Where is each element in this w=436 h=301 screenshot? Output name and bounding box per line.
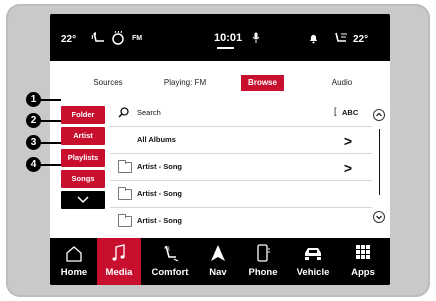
scrollbar[interactable] (378, 129, 380, 195)
tab-audio[interactable]: Audio (322, 75, 362, 91)
chevron-right-icon: > (343, 133, 352, 149)
microphone-icon[interactable] (252, 32, 260, 44)
search-row[interactable]: Search [ ABC (110, 101, 372, 127)
clock: 10:01 (214, 32, 243, 44)
folder-icon (118, 187, 132, 200)
scroll-down-button[interactable] (373, 211, 385, 223)
media-tabs: Sources Playing: FM Browse Audio (50, 61, 390, 101)
music-note-icon (112, 244, 125, 261)
abc-bracket-icon: [ (334, 106, 337, 116)
status-bar: 22° FM 10:01 22° (50, 14, 390, 61)
folder-icon (118, 160, 132, 173)
tab-playing[interactable]: Playing: FM (155, 75, 215, 91)
tab-browse[interactable]: Browse (241, 75, 284, 91)
callout-4: 4 (26, 157, 41, 172)
apps-grid-icon (356, 245, 370, 259)
sidebar-item-artist[interactable]: Artist (61, 127, 105, 145)
list-item-label: Artist - Song (137, 216, 182, 225)
nav-apps[interactable]: Apps (340, 238, 386, 285)
nav-vehicle-label: Vehicle (296, 267, 330, 278)
home-icon (66, 246, 82, 262)
nav-nav[interactable]: Nav (200, 238, 236, 285)
chevron-down-icon (376, 215, 382, 220)
list-item[interactable]: All Albums > (110, 128, 372, 154)
chevron-up-icon (376, 112, 382, 117)
outside-temperature: 22° (61, 34, 77, 45)
callout-line-4 (40, 164, 61, 166)
nav-phone[interactable]: Phone (240, 238, 286, 285)
nav-phone-label: Phone (248, 267, 278, 278)
chevron-right-icon: > (343, 160, 352, 176)
navigation-arrow-icon (211, 245, 225, 261)
search-label: Search (137, 108, 161, 117)
notification-bell-icon[interactable] (309, 33, 318, 44)
chevron-down-icon (77, 196, 89, 204)
bottom-nav: Home Media *3 Comfort Nav Phone Vehicle … (50, 238, 390, 285)
list-item-label: Artist - Song (137, 162, 182, 171)
tab-sources[interactable]: Sources (86, 75, 130, 91)
list-item[interactable]: Artist - Song (110, 209, 372, 235)
climate-seat-icon[interactable] (333, 31, 349, 45)
nav-comfort-label: Comfort (151, 267, 189, 278)
list-item[interactable]: Artist - Song (110, 182, 372, 208)
browse-panel: Folder Artist Playlists Songs Search [ A… (50, 101, 390, 238)
list-item-label: All Albums (137, 135, 176, 144)
phone-icon (257, 244, 270, 262)
scroll-up-button[interactable] (373, 109, 385, 121)
car-icon (305, 248, 321, 260)
callout-3: 3 (26, 135, 41, 150)
nav-home[interactable]: Home (54, 238, 94, 285)
search-icon (118, 107, 129, 118)
nav-home-label: Home (60, 267, 88, 278)
callout-line-2 (40, 120, 61, 122)
heated-seat-icon[interactable] (90, 31, 108, 45)
nav-media[interactable]: Media (97, 238, 141, 285)
clock-underline (217, 47, 234, 49)
callout-1: 1 (26, 92, 41, 107)
abc-jump-button[interactable]: ABC (342, 108, 358, 117)
list-item[interactable]: Artist - Song > (110, 155, 372, 181)
folder-icon (118, 214, 132, 227)
cabin-temperature: 22° (353, 34, 369, 45)
callout-line-3 (40, 142, 61, 144)
callout-2: 2 (26, 113, 41, 128)
sidebar-item-playlists[interactable]: Playlists (61, 149, 105, 167)
nav-media-label: Media (105, 267, 133, 278)
nav-nav-label: Nav (209, 267, 227, 278)
heated-wheel-icon[interactable] (110, 31, 126, 45)
nav-apps-label: Apps (351, 267, 375, 278)
sidebar-item-songs[interactable]: Songs (61, 170, 105, 188)
nav-vehicle[interactable]: Vehicle (288, 238, 338, 285)
svg-text:*3: *3 (164, 247, 170, 253)
radio-band: FM (132, 35, 143, 42)
list-item-label: Artist - Song (137, 189, 182, 198)
callout-line-1 (40, 99, 61, 101)
sidebar-item-folder[interactable]: Folder (61, 106, 105, 124)
nav-comfort[interactable]: *3 Comfort (144, 238, 196, 285)
seat-icon: *3 (164, 245, 179, 262)
sidebar-scroll-down-button[interactable] (61, 191, 105, 209)
infotainment-screen: 22° FM 10:01 22° Sources Playing: FM Bro… (50, 14, 390, 285)
